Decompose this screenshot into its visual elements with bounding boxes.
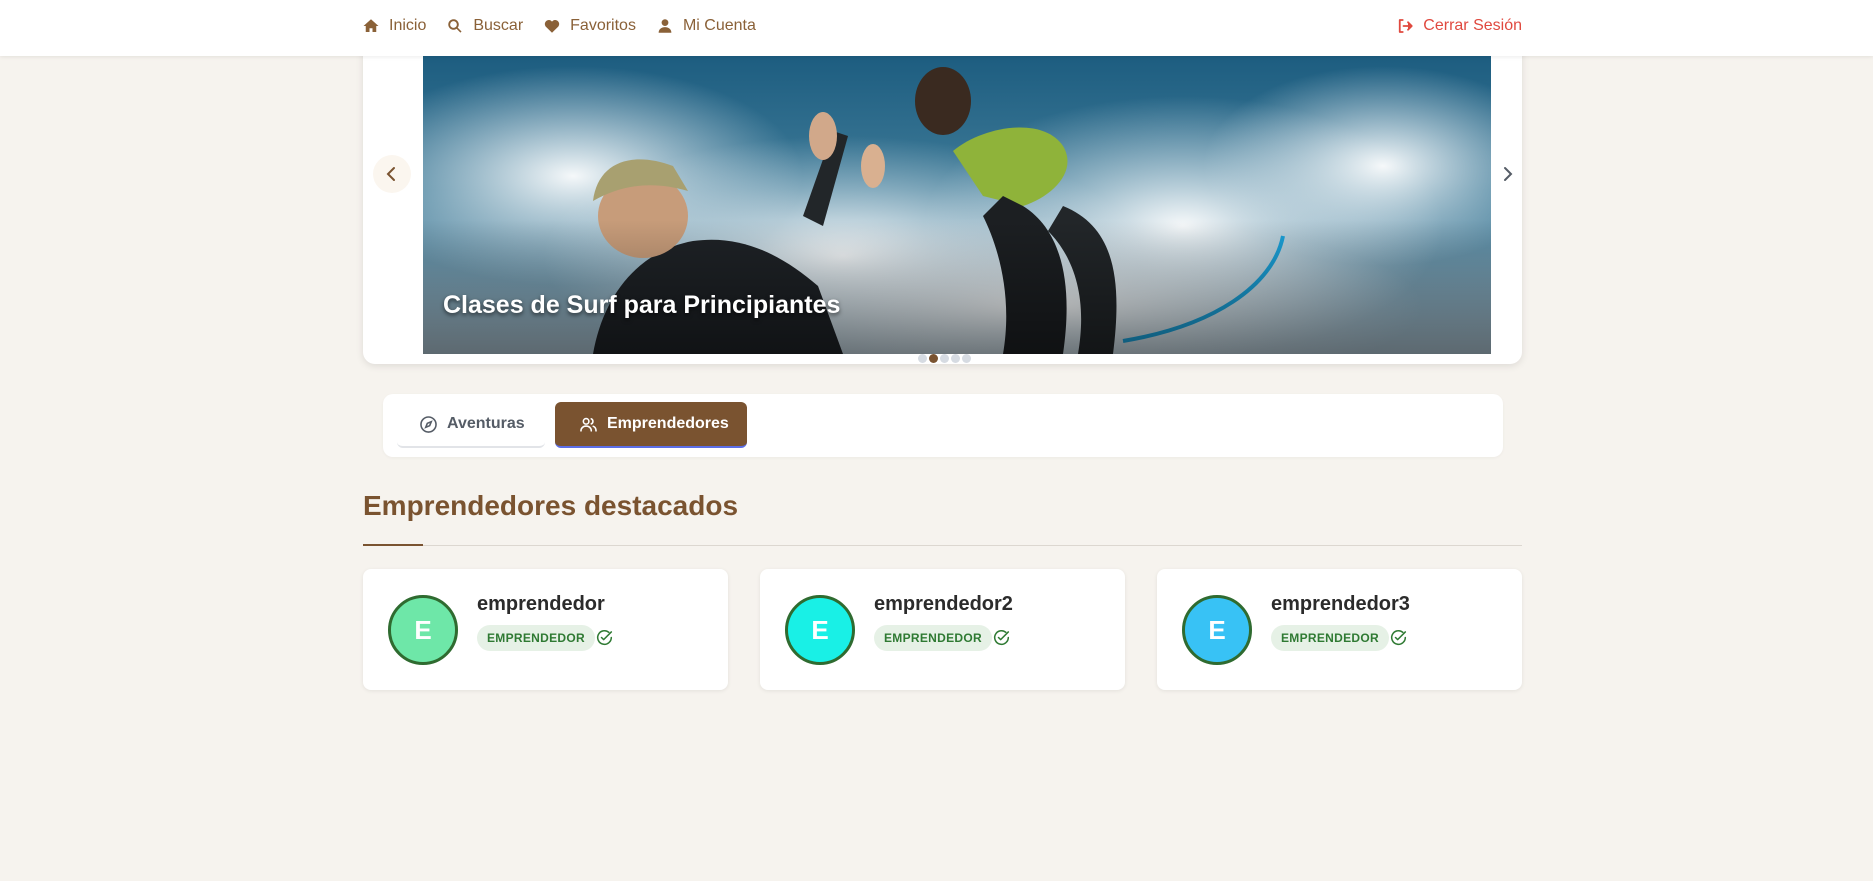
- sign-out-icon: [1399, 19, 1413, 33]
- nav-search-label: Buscar: [473, 17, 524, 34]
- entrepreneur-card[interactable]: E emprendedor EMPRENDEDOR: [363, 569, 728, 690]
- carousel-dot[interactable]: [918, 354, 927, 363]
- nav-home-link[interactable]: Inicio: [362, 17, 426, 35]
- nav-account-label: Mi Cuenta: [682, 17, 756, 34]
- nav-favorites-label: Favoritos: [570, 17, 636, 34]
- carousel-dot[interactable]: [951, 354, 960, 363]
- section-divider: [363, 545, 1522, 546]
- carousel-indicators: [918, 354, 971, 363]
- carousel-dot[interactable]: [940, 354, 949, 363]
- nav-account-link[interactable]: Mi Cuenta: [656, 17, 756, 35]
- role-badge: EMPRENDEDOR: [1271, 625, 1389, 651]
- verified-check-icon: [596, 629, 613, 646]
- entrepreneur-name: emprendedor2: [874, 593, 1013, 615]
- carousel-dot[interactable]: [962, 354, 971, 363]
- role-badge: EMPRENDEDOR: [477, 625, 595, 651]
- entrepreneur-card[interactable]: E emprendedor3 EMPRENDEDOR: [1157, 569, 1522, 690]
- logout-link[interactable]: Cerrar Sesión: [1396, 17, 1522, 35]
- heart-icon: [544, 20, 560, 33]
- nav-favorites-link[interactable]: Favoritos: [543, 17, 636, 35]
- featured-carousel: Clases de Surf para Principiantes: [363, 40, 1522, 364]
- role-badge: EMPRENDEDOR: [874, 625, 992, 651]
- navbar-inner: Inicio Buscar Favoritos Mi Cuenta Cerrar…: [362, 0, 1522, 52]
- top-navbar: Inicio Buscar Favoritos Mi Cuenta Cerrar…: [0, 0, 1873, 56]
- tab-adventures-label: Aventuras: [447, 415, 525, 432]
- tab-entrepreneurs-label: Emprendedores: [607, 415, 729, 432]
- logout-label: Cerrar Sesión: [1423, 17, 1522, 34]
- nav-home-label: Inicio: [389, 17, 427, 34]
- main-nav: Inicio Buscar Favoritos Mi Cuenta: [362, 17, 756, 35]
- verified-check-icon: [1390, 629, 1407, 646]
- slide-caption: Clases de Surf para Principiantes: [443, 291, 841, 319]
- entrepreneur-card[interactable]: E emprendedor2 EMPRENDEDOR: [760, 569, 1125, 690]
- nav-search-link[interactable]: Buscar: [446, 17, 523, 35]
- section-divider-accent: [363, 544, 423, 546]
- tab-entrepreneurs[interactable]: Emprendedores: [555, 402, 747, 448]
- carousel-next-button[interactable]: [1488, 155, 1526, 193]
- category-tabs: Aventuras Emprendedores: [383, 394, 1503, 457]
- entrepreneur-name: emprendedor: [477, 593, 605, 615]
- carousel-dot-active[interactable]: [929, 354, 938, 363]
- avatar: E: [785, 595, 855, 665]
- chevron-left-icon: [386, 167, 395, 181]
- section-title: Emprendedores destacados: [363, 490, 739, 521]
- user-icon: [658, 19, 672, 33]
- carousel-prev-button[interactable]: [373, 155, 411, 193]
- tab-adventures[interactable]: Aventuras: [397, 402, 545, 448]
- search-icon: [448, 19, 462, 33]
- chevron-right-icon: [1504, 167, 1513, 181]
- entrepreneur-name: emprendedor3: [1271, 593, 1410, 615]
- compass-icon: [420, 415, 437, 433]
- avatar: E: [1182, 595, 1252, 665]
- users-icon: [580, 417, 597, 432]
- verified-check-icon: [993, 629, 1010, 646]
- avatar: E: [388, 595, 458, 665]
- home-icon: [363, 19, 379, 32]
- carousel-slide[interactable]: Clases de Surf para Principiantes: [423, 56, 1491, 354]
